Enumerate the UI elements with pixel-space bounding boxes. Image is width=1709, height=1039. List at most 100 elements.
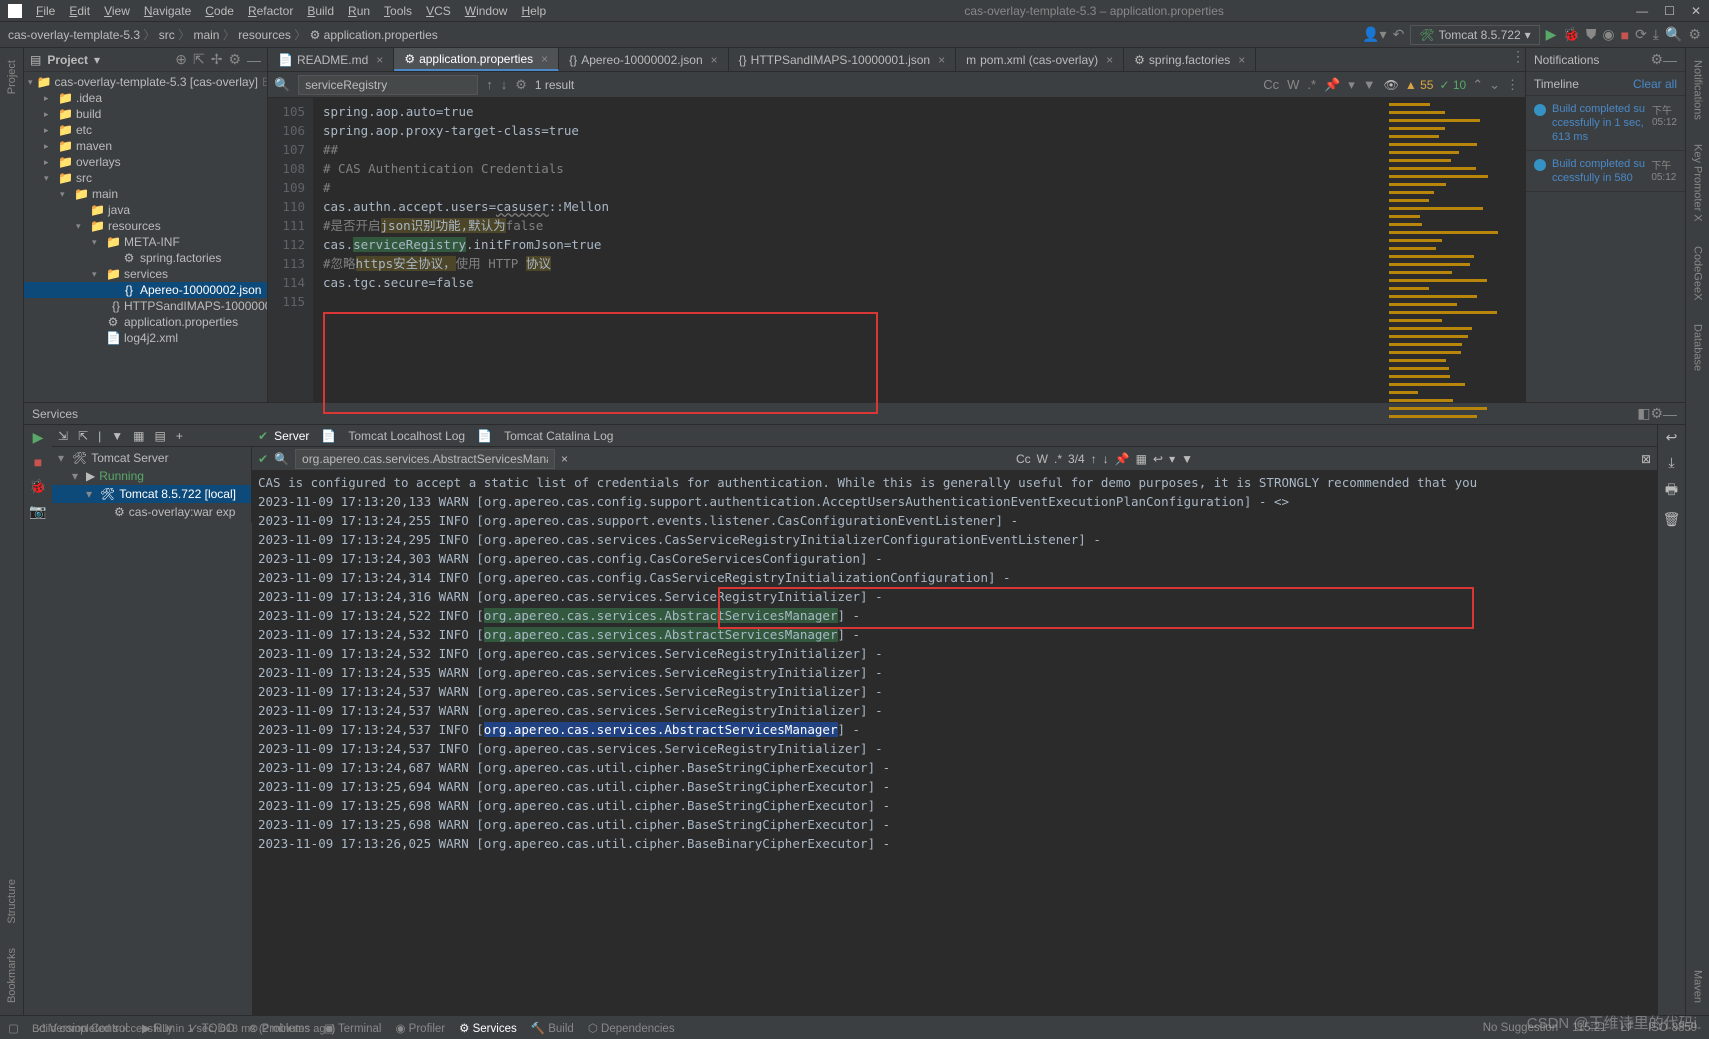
menu-build[interactable]: Build <box>301 2 340 20</box>
notifications-tab[interactable]: Notifications <box>1690 52 1706 128</box>
services-tree[interactable]: ▾🛠Tomcat Server▾▶Running▾🛠Tomcat 8.5.722… <box>52 447 252 523</box>
service-node[interactable]: ▾🛠Tomcat Server <box>52 449 251 467</box>
tree-node[interactable]: ⚙spring.factories <box>24 250 267 266</box>
hide-icon[interactable]: — <box>247 52 261 68</box>
minimize-icon[interactable]: — <box>1636 4 1648 18</box>
words-toggle[interactable]: W <box>1287 77 1299 92</box>
statusbar-dependencies[interactable]: ⬡ Dependencies <box>588 1021 675 1035</box>
collapse-icon[interactable]: ⇱ <box>78 429 88 443</box>
close-tab-icon[interactable]: × <box>1106 53 1113 67</box>
camera-icon[interactable]: 📷 <box>29 503 46 520</box>
line-separator[interactable]: LF <box>1621 1022 1634 1034</box>
close-tab-icon[interactable]: × <box>541 52 548 66</box>
breadcrumb-item[interactable]: main <box>193 28 219 42</box>
coverage-icon[interactable]: ⛊ <box>1586 26 1597 43</box>
service-node[interactable]: ▾🛠Tomcat 8.5.722 [local] <box>52 485 251 503</box>
bookmarks-toolwindow-tab[interactable]: Bookmarks <box>4 940 20 1011</box>
menu-file[interactable]: File <box>30 2 61 20</box>
notification-item[interactable]: Build completed successfully in 580下午 05… <box>1526 151 1685 192</box>
menu-view[interactable]: View <box>98 2 136 20</box>
ok-badge[interactable]: ✓ 10 <box>1439 78 1466 92</box>
maven-tab[interactable]: Maven <box>1690 962 1706 1011</box>
tree-node[interactable]: {}HTTPSandIMAPS-10000001.js <box>24 298 267 314</box>
menu-vcs[interactable]: VCS <box>420 2 457 20</box>
layout-icon[interactable]: ▤ <box>154 429 165 443</box>
git-icon[interactable]: ⤓ <box>1653 26 1659 43</box>
editor-tab[interactable]: {}HTTPSandIMAPS-10000001.json× <box>729 48 956 71</box>
menu-refactor[interactable]: Refactor <box>242 2 299 20</box>
rerun-icon[interactable]: ▶ <box>33 429 44 446</box>
match-case-toggle[interactable]: Cc <box>1263 77 1279 92</box>
code-content[interactable]: spring.aop.auto=truespring.aop.proxy-tar… <box>313 98 1385 402</box>
breadcrumb-item[interactable]: application.properties <box>324 28 438 42</box>
settings-icon[interactable]: ⚙ <box>1688 26 1701 43</box>
clear-icon[interactable]: 🗑 <box>1663 511 1681 528</box>
update-icon[interactable]: ⟳ <box>1635 26 1647 43</box>
menu-help[interactable]: Help <box>515 2 552 20</box>
scroll-end-icon[interactable]: ⤓ <box>1668 454 1674 471</box>
statusbar-build[interactable]: 🔨 Build <box>531 1021 574 1035</box>
tree-node[interactable]: 📄log4j2.xml <box>24 330 267 346</box>
stop-icon[interactable]: ■ <box>1621 27 1629 43</box>
search-icon[interactable]: 🔍 <box>1665 26 1682 43</box>
pin-icon[interactable]: 📌 <box>1115 452 1130 466</box>
close-tab-icon[interactable]: × <box>711 53 718 67</box>
close-icon[interactable]: ✕ <box>1691 4 1701 18</box>
service-node[interactable]: ⚙cas-overlay:war exp <box>52 503 251 521</box>
hide-icon[interactable]: — <box>1663 406 1677 422</box>
statusbar-profiler[interactable]: ◉ Profiler <box>395 1021 445 1035</box>
search-input[interactable] <box>298 75 478 95</box>
encoding[interactable]: ISO-8859- <box>1648 1022 1701 1034</box>
expand-icon[interactable]: ⇲ <box>58 429 68 443</box>
keypromoter-tab[interactable]: Key Promoter X <box>1690 136 1706 230</box>
more-icon[interactable]: ▾ <box>1169 452 1175 466</box>
breadcrumb-item[interactable]: cas-overlay-template-5.3 <box>8 28 140 42</box>
filter-icon[interactable]: ▦ <box>1136 452 1147 466</box>
stop-icon[interactable]: ■ <box>34 454 42 470</box>
back-icon[interactable]: ↶ <box>1393 26 1405 43</box>
profiler-icon[interactable]: ◉ <box>1602 26 1614 43</box>
gear-icon[interactable]: ⚙ <box>228 51 241 68</box>
editor-tab[interactable]: 📄README.md× <box>268 48 394 71</box>
words-toggle[interactable]: W <box>1037 452 1048 466</box>
breadcrumb-item[interactable]: src <box>159 28 175 42</box>
menu-navigate[interactable]: Navigate <box>138 2 197 20</box>
toolwindow-toggle[interactable]: ▢ <box>8 1021 19 1035</box>
project-toolwindow-tab[interactable]: Project <box>4 52 20 102</box>
add-icon[interactable]: + <box>176 429 183 443</box>
menu-tools[interactable]: Tools <box>378 2 418 20</box>
service-node[interactable]: ▾▶Running <box>52 467 251 485</box>
close-icon[interactable]: × <box>561 452 568 466</box>
tree-node[interactable]: {}Apereo-10000002.json <box>24 282 267 298</box>
editor-tab[interactable]: {}Apereo-10000002.json× <box>559 48 728 71</box>
expand-icon[interactable]: ⇱ <box>193 51 205 68</box>
caret-position[interactable]: 115:21 <box>1572 1022 1606 1034</box>
service-tab[interactable]: Tomcat Localhost Log <box>348 429 465 443</box>
tree-node[interactable]: ▸📁etc <box>24 122 267 138</box>
editor-tab[interactable]: ⚙spring.factories× <box>1124 48 1256 71</box>
suggestion-status[interactable]: No Suggestion <box>1483 1022 1558 1034</box>
close-panel-icon[interactable]: ⊠ <box>1641 452 1651 466</box>
run-icon[interactable]: ▶ <box>1546 26 1557 43</box>
up-icon[interactable]: ↑ <box>1091 452 1097 466</box>
tree-node[interactable]: ▸📁build <box>24 106 267 122</box>
tree-node[interactable]: ▾📁main <box>24 186 267 202</box>
tree-node[interactable]: ▾📁src <box>24 170 267 186</box>
regex-toggle[interactable]: .* <box>1307 77 1316 92</box>
tree-node[interactable]: ▾📁resources <box>24 218 267 234</box>
statusbar-services[interactable]: ⚙ Services <box>459 1021 517 1035</box>
group-icon[interactable]: ▦ <box>133 429 144 443</box>
more-icon[interactable]: ▾ <box>1348 77 1355 93</box>
select-opened-icon[interactable]: ⊕ <box>175 51 187 68</box>
notification-item[interactable]: Build completed successfully in 1 sec, 6… <box>1526 96 1685 151</box>
debug-icon[interactable]: 🐞 <box>1562 26 1579 43</box>
menu-window[interactable]: Window <box>459 2 514 20</box>
structure-toolwindow-tab[interactable]: Structure <box>4 871 20 932</box>
console-search-input[interactable] <box>295 449 555 469</box>
menu-run[interactable]: Run <box>342 2 376 20</box>
down-icon[interactable]: ↓ <box>1103 452 1109 466</box>
warnings-badge[interactable]: ▲ 55 <box>1405 78 1434 92</box>
gear-icon[interactable]: ⚙ <box>1650 51 1663 68</box>
codegeex-tab[interactable]: CodeGeeX <box>1690 238 1706 308</box>
database-tab[interactable]: Database <box>1690 316 1706 379</box>
